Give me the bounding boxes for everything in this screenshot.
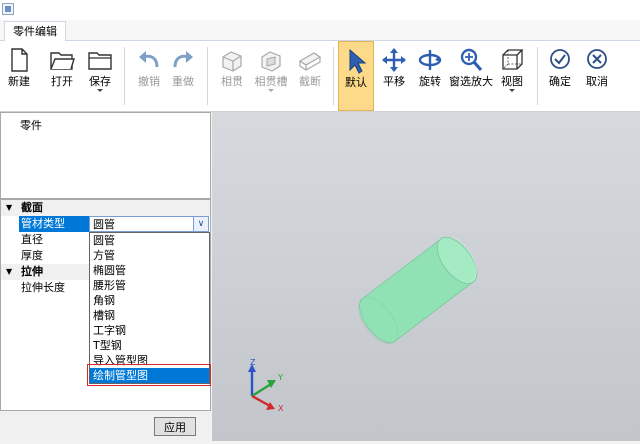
tab-part-edit[interactable]: 零件编辑 (4, 21, 66, 41)
ribbon-toolbar: 新建 打开 保存 撤销 重做 相贯 相贯槽 截断 默认 平移 旋转 窗选放大 视… (0, 41, 640, 112)
parts-tree-root[interactable]: 零件 (20, 117, 42, 133)
dropdown-option[interactable]: 角钢 (90, 293, 209, 308)
apply-bar: 应用 (0, 412, 211, 441)
extrude-length-label: 拉伸长度 (21, 281, 65, 294)
dropdown-option[interactable]: 椭圆管 (90, 263, 209, 278)
cursor-arrow-icon (349, 48, 367, 74)
pipe-type-dropdown: 圆管 方管 椭圆管 腰形管 角钢 槽钢 工字钢 T型钢 导入管型图 绘制管型图 (89, 232, 210, 384)
toolbar-divider (537, 47, 538, 105)
chevron-down-icon[interactable]: ∨ (193, 217, 208, 231)
new-button[interactable]: 新建 (4, 41, 34, 111)
chevron-down-icon (268, 89, 274, 92)
pipe-type-value: 圆管 (93, 218, 115, 231)
apply-button[interactable]: 应用 (154, 417, 196, 436)
check-circle-icon (550, 49, 570, 69)
dropdown-option[interactable]: 圆管 (90, 233, 209, 248)
chevron-down-icon[interactable]: ▼ (6, 200, 12, 216)
pipe-cylinder (357, 236, 478, 344)
chevron-down-icon[interactable]: ▼ (6, 264, 12, 280)
annotation-highlight-box (87, 364, 211, 386)
dropdown-option[interactable]: 腰形管 (90, 278, 209, 293)
view-button[interactable]: 视图 (496, 41, 528, 111)
chevron-down-icon (509, 89, 515, 92)
folder-icon (88, 52, 112, 70)
app-icon (2, 3, 14, 15)
dropdown-option[interactable]: 方管 (90, 248, 209, 263)
axis-triad: Z Y X (248, 358, 284, 413)
thickness-label: 厚度 (21, 249, 43, 262)
undo-button[interactable]: 撤销 (134, 41, 164, 111)
undo-icon (139, 51, 159, 68)
toolbar-divider (333, 47, 334, 105)
intersect-groove-icon (261, 51, 281, 72)
dropdown-option[interactable]: 槽钢 (90, 308, 209, 323)
zoom-window-button[interactable]: 窗选放大 (448, 41, 494, 111)
tab-strip: 零件编辑 (0, 20, 640, 41)
new-file-icon (11, 48, 28, 72)
rotate-icon (418, 50, 442, 70)
view-cube-icon (502, 49, 524, 70)
rotate-button[interactable]: 旋转 (414, 41, 446, 111)
chevron-down-icon (97, 89, 103, 92)
parts-tree[interactable]: 零件 (0, 112, 211, 199)
open-button[interactable]: 打开 (46, 41, 78, 111)
default-select-button[interactable]: 默认 (338, 41, 374, 111)
axis-y-label: Y (277, 373, 283, 382)
cut-icon (298, 52, 322, 72)
pipe-type-select[interactable]: 圆管 ∨ (89, 216, 209, 232)
redo-button[interactable]: 重做 (168, 41, 198, 111)
redo-icon (173, 51, 193, 68)
window-titlebar (0, 0, 640, 21)
zoom-in-icon (460, 48, 483, 72)
pan-button[interactable]: 平移 (378, 41, 410, 111)
close-circle-icon (587, 49, 607, 69)
left-panel: 零件 ▼ 截面 管材类型 直径 厚度 ▼ 拉伸 拉伸长度 圆管 ∨ 圆管 方管 … (0, 112, 211, 441)
folder-open-icon (50, 52, 75, 70)
viewport-canvas: Z Y X (248, 236, 478, 413)
save-button[interactable]: 保存 (84, 41, 116, 111)
toolbar-divider (207, 47, 208, 105)
intersect-groove-button[interactable]: 相贯槽 (252, 41, 290, 111)
axis-z-label: Z (250, 358, 256, 367)
3d-viewport[interactable]: Z Y X (212, 112, 640, 441)
category-profile[interactable]: ▼ 截面 (1, 200, 210, 216)
intersect-button[interactable]: 相贯 (216, 41, 248, 111)
intersect-icon (222, 51, 242, 72)
ok-button[interactable]: 确定 (545, 41, 575, 111)
axis-x-label: X (278, 404, 284, 413)
diameter-label: 直径 (21, 233, 43, 246)
dropdown-option[interactable]: 工字钢 (90, 323, 209, 338)
move-arrows-icon (382, 48, 406, 72)
dropdown-option[interactable]: T型钢 (90, 338, 209, 353)
cut-button[interactable]: 截断 (294, 41, 326, 111)
toolbar-divider (124, 47, 125, 105)
pipe-type-label: 管材类型 (19, 216, 91, 232)
cancel-button[interactable]: 取消 (582, 41, 612, 111)
